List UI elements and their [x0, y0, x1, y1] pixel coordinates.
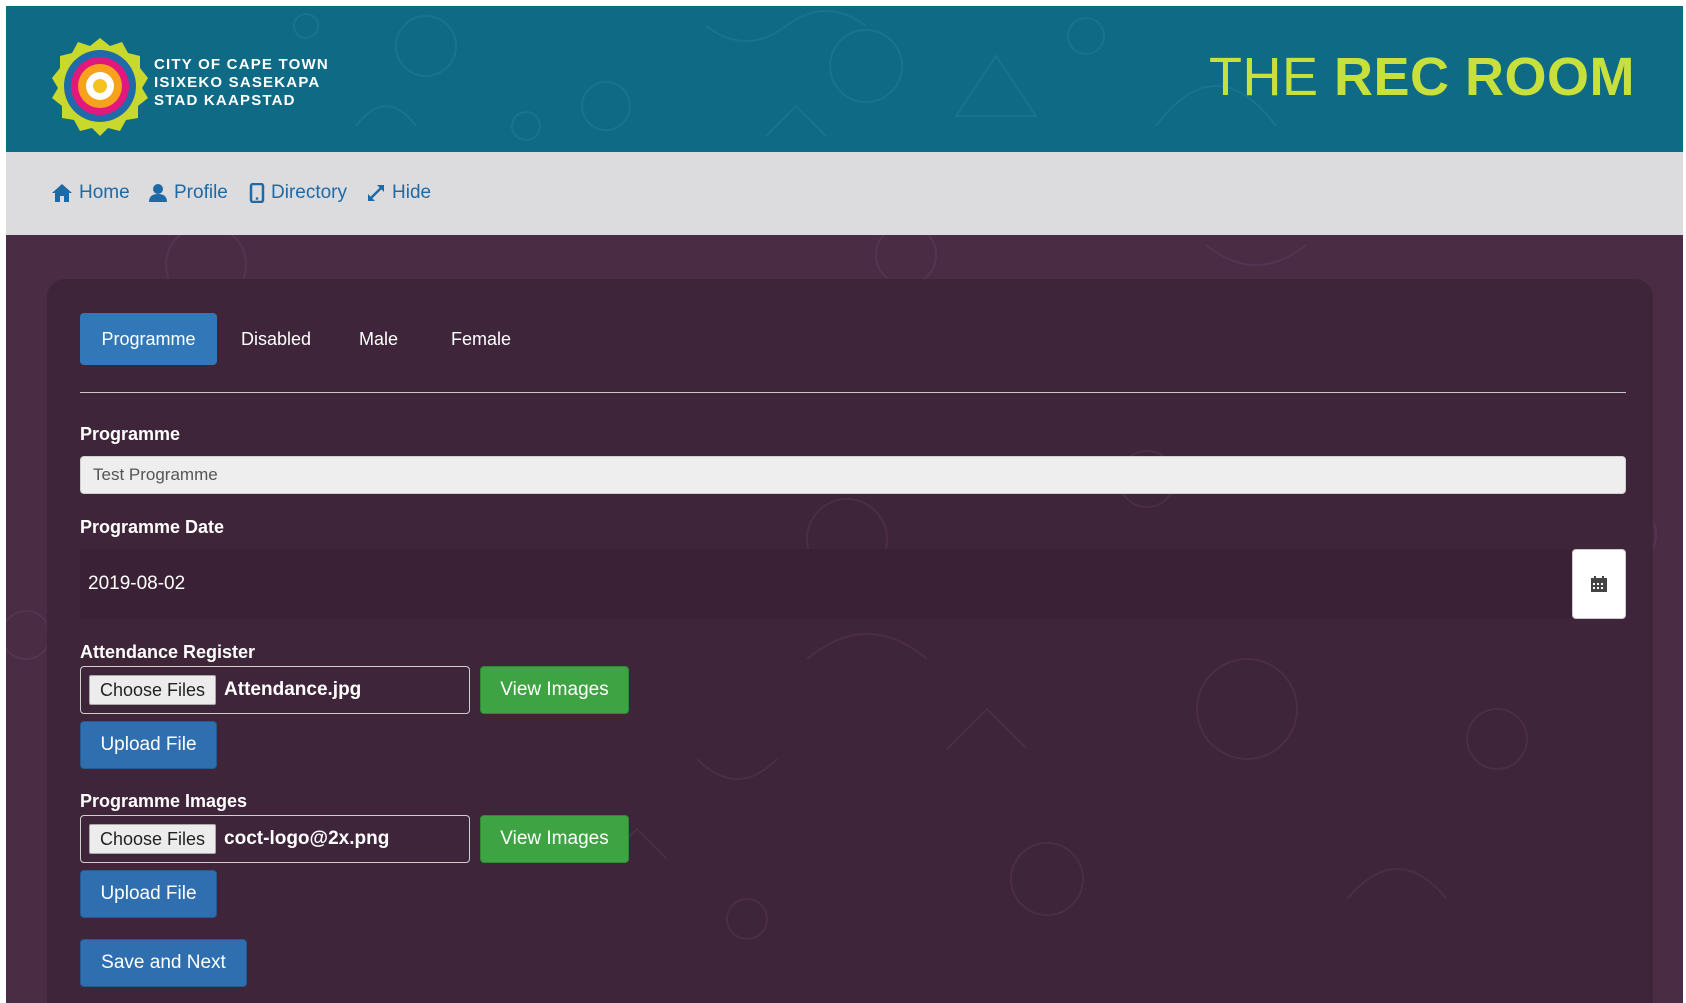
- nav-hide-label: Hide: [392, 182, 432, 203]
- nav-home-label: Home: [79, 182, 130, 203]
- attendance-choose-files-button[interactable]: Choose Files: [89, 675, 217, 705]
- form-panel: [47, 279, 1653, 1003]
- expand-arrows-icon: [368, 185, 384, 201]
- nav-home[interactable]: Home: [51, 182, 130, 204]
- programme-date-input[interactable]: 2019-08-02: [80, 549, 1572, 619]
- programme-input-value: Test Programme: [93, 465, 218, 484]
- org-name-line-1: CITY OF CAPE TOWN: [154, 56, 329, 73]
- app-title: THE REC ROOM: [1209, 46, 1635, 108]
- images-view-images-button[interactable]: View Images: [480, 815, 629, 863]
- header-banner: CITY OF CAPE TOWN ISIXEKO SASEKAPA STAD …: [6, 6, 1683, 152]
- tab-disabled[interactable]: Disabled: [226, 313, 326, 365]
- programme-date-value: 2019-08-02: [88, 573, 186, 594]
- tab-programme[interactable]: Programme: [80, 313, 217, 365]
- nav-directory-label: Directory: [271, 182, 348, 203]
- org-name-line-2: ISIXEKO SASEKAPA: [154, 74, 321, 91]
- attendance-file-input[interactable]: Choose Files Attendance.jpg: [80, 666, 470, 714]
- calendar-button[interactable]: [1572, 549, 1626, 619]
- images-file-name: coct-logo@2x.png: [224, 828, 390, 849]
- org-name: CITY OF CAPE TOWN ISIXEKO SASEKAPA STAD …: [154, 56, 329, 110]
- nav-directory[interactable]: Directory: [249, 182, 347, 204]
- attendance-upload-file-button[interactable]: Upload File: [80, 721, 217, 769]
- nav-hide[interactable]: Hide: [366, 182, 431, 204]
- city-logo-icon: [52, 38, 148, 136]
- save-and-next-button[interactable]: Save and Next: [80, 939, 247, 987]
- images-choose-files-button[interactable]: Choose Files: [89, 824, 217, 854]
- panel-pattern: [606, 450, 1528, 940]
- tab-male[interactable]: Male: [336, 313, 421, 365]
- images-upload-file-button[interactable]: Upload File: [80, 870, 217, 918]
- org-name-line-3: STAD KAAPSTAD: [154, 92, 296, 109]
- app-window: CITY OF CAPE TOWN ISIXEKO SASEKAPA STAD …: [6, 6, 1683, 1003]
- user-icon: [149, 184, 167, 202]
- tab-female[interactable]: Female: [431, 313, 531, 365]
- tablet-icon: [249, 183, 265, 203]
- attendance-view-images-button[interactable]: View Images: [480, 666, 629, 714]
- top-nav: Home Profile Directory Hide: [6, 152, 1683, 235]
- images-file-input[interactable]: Choose Files coct-logo@2x.png: [80, 815, 470, 863]
- attendance-file-name: Attendance.jpg: [224, 679, 362, 700]
- programme-input[interactable]: Test Programme: [80, 456, 1626, 494]
- home-icon: [52, 184, 72, 202]
- app-title-prefix: THE: [1208, 47, 1334, 107]
- calendar-icon: [1591, 576, 1607, 592]
- programme-date-label: Programme Date: [80, 517, 225, 537]
- tabs-divider: [80, 392, 1626, 393]
- app-title-main: REC ROOM: [1334, 47, 1635, 107]
- programme-images-label: Programme Images: [80, 791, 248, 811]
- nav-profile-label: Profile: [174, 182, 228, 203]
- programme-label: Programme: [80, 424, 181, 444]
- nav-profile[interactable]: Profile: [148, 182, 228, 204]
- attendance-register-label: Attendance Register: [80, 642, 256, 662]
